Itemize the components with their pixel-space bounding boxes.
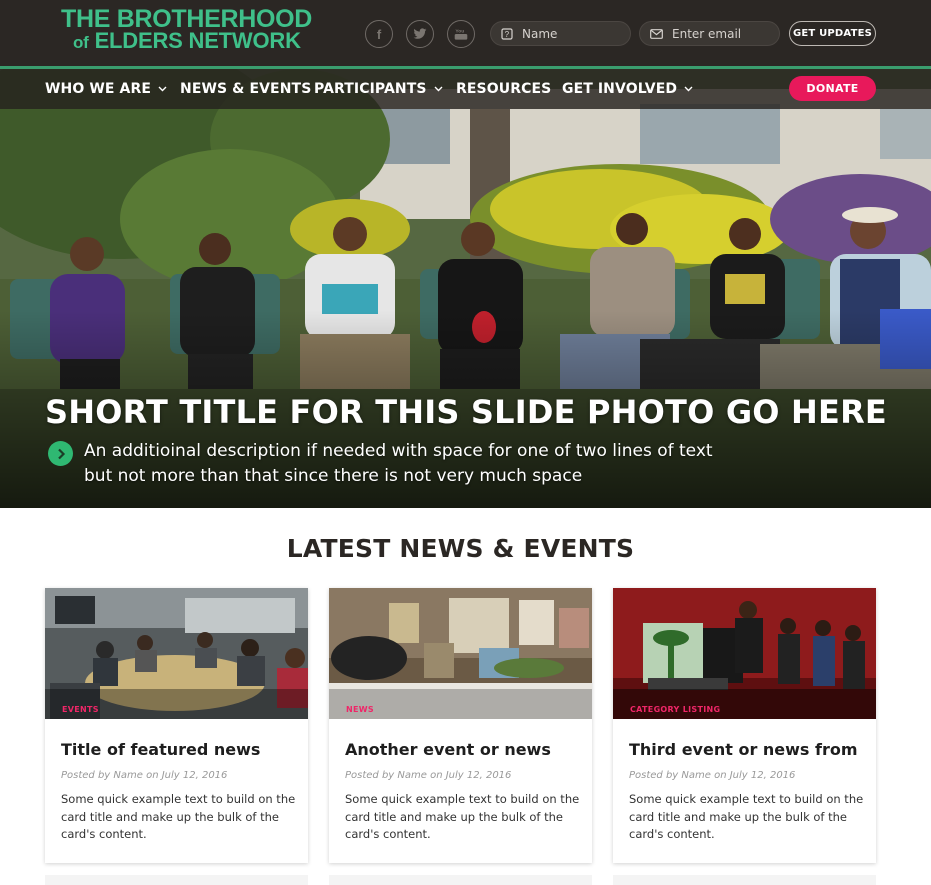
nav-participants[interactable]: PARTICIPANTS bbox=[314, 81, 443, 97]
logo-line-1: THE BROTHERHOOD bbox=[61, 5, 313, 33]
news-card[interactable]: EVENTS Title of featured news Posted by … bbox=[45, 588, 308, 863]
nav-news-events[interactable]: NEWS & EVENTS bbox=[180, 81, 311, 97]
card-title[interactable]: Third event or news from bbox=[629, 740, 874, 759]
youtube-icon[interactable]: You bbox=[447, 20, 475, 48]
card-meta: Posted by Name on July 12, 2016 bbox=[629, 770, 796, 781]
site-logo[interactable]: THE BROTHERHOOD of ELDERS NETWORK bbox=[61, 5, 313, 54]
card-body: Some quick example text to build on the … bbox=[61, 792, 296, 841]
name-input[interactable]: ? Name bbox=[490, 21, 631, 46]
card-image[interactable] bbox=[613, 588, 876, 719]
nav-resources[interactable]: RESOURCES bbox=[456, 81, 551, 97]
nav-item-label: GET INVOLVED bbox=[562, 81, 678, 97]
card-category[interactable]: NEWS bbox=[346, 705, 374, 714]
chevron-down-icon bbox=[158, 86, 167, 92]
svg-text:You: You bbox=[455, 29, 464, 35]
next-row-card-edge bbox=[45, 875, 308, 885]
card-image[interactable] bbox=[45, 588, 308, 719]
hero-slide: WHO WE ARE NEWS & EVENTS PARTICIPANTS RE… bbox=[0, 69, 931, 508]
slide-title: SHORT TITLE FOR THIS SLIDE PHOTO GO HERE bbox=[45, 393, 887, 431]
card-category[interactable]: CATEGORY LISTING bbox=[630, 705, 720, 714]
card-category[interactable]: EVENTS bbox=[62, 705, 99, 714]
twitter-icon[interactable] bbox=[406, 20, 434, 48]
logo-line-2-small: of bbox=[73, 33, 89, 52]
logo-line-2: ELDERS NETWORK bbox=[94, 28, 301, 53]
nav-item-label: PARTICIPANTS bbox=[314, 81, 427, 97]
section-title: LATEST NEWS & EVENTS bbox=[286, 534, 635, 563]
card-body: Some quick example text to build on the … bbox=[629, 792, 864, 841]
chevron-down-icon bbox=[434, 86, 443, 92]
nav-item-label: RESOURCES bbox=[456, 81, 552, 97]
main-nav: WHO WE ARE NEWS & EVENTS PARTICIPANTS RE… bbox=[0, 69, 931, 109]
next-row-card-edge bbox=[329, 875, 592, 885]
nav-item-label: NEWS & EVENTS bbox=[180, 81, 312, 97]
card-title[interactable]: Another event or news bbox=[345, 740, 590, 759]
card-title[interactable]: Title of featured news bbox=[61, 740, 306, 759]
donate-button[interactable]: DONATE bbox=[789, 76, 876, 101]
get-updates-button[interactable]: GET UPDATES bbox=[789, 21, 876, 46]
nav-item-label: WHO WE ARE bbox=[45, 81, 151, 97]
nav-who-we-are[interactable]: WHO WE ARE bbox=[45, 81, 167, 97]
facebook-icon[interactable]: f bbox=[365, 20, 393, 48]
card-body: Some quick example text to build on the … bbox=[345, 792, 580, 841]
email-input-placeholder: Enter email bbox=[672, 26, 742, 41]
slide-next-arrow-icon[interactable] bbox=[48, 441, 73, 466]
chevron-down-icon bbox=[684, 86, 693, 92]
slide-description: An additioinal description if needed wit… bbox=[84, 441, 713, 486]
next-row-card-edge bbox=[613, 875, 876, 885]
svg-text:?: ? bbox=[505, 30, 510, 39]
news-card[interactable]: CATEGORY LISTING Third event or news fro… bbox=[613, 588, 876, 863]
name-input-placeholder: Name bbox=[522, 26, 558, 41]
card-image[interactable] bbox=[329, 588, 592, 719]
email-input[interactable]: Enter email bbox=[639, 21, 780, 46]
top-header: THE BROTHERHOOD of ELDERS NETWORK f You … bbox=[0, 0, 931, 66]
envelope-icon bbox=[650, 28, 663, 39]
nav-get-involved[interactable]: GET INVOLVED bbox=[562, 81, 693, 97]
card-meta: Posted by Name on July 12, 2016 bbox=[345, 770, 512, 781]
id-card-icon: ? bbox=[501, 27, 513, 40]
card-meta: Posted by Name on July 12, 2016 bbox=[61, 770, 228, 781]
news-card[interactable]: NEWS Another event or news Posted by Nam… bbox=[329, 588, 592, 863]
